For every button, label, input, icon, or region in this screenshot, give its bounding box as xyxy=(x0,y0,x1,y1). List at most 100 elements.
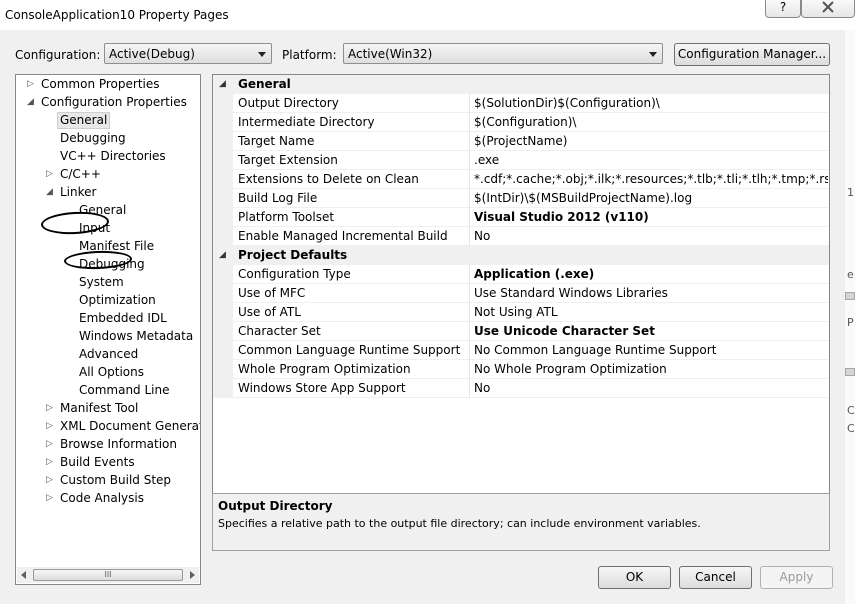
column-divider[interactable] xyxy=(469,189,470,208)
property-value[interactable]: Visual Studio 2012 (v110) xyxy=(474,210,828,224)
tree-item-embedded-idl[interactable]: Embedded IDL xyxy=(79,310,167,327)
scroll-thumb[interactable]: III xyxy=(33,569,183,581)
expand-arrow-icon[interactable]: ▷ xyxy=(46,436,53,453)
configuration-combobox[interactable]: Active(Debug) xyxy=(104,43,272,64)
tree-item-code-analysis[interactable]: Code Analysis xyxy=(60,490,144,507)
tree-item-xml-document-generator[interactable]: XML Document Generator xyxy=(60,418,200,435)
column-divider[interactable] xyxy=(469,303,470,322)
property-value[interactable]: Use Unicode Character Set xyxy=(474,324,828,338)
property-value[interactable]: Use Standard Windows Libraries xyxy=(474,286,828,300)
property-row[interactable]: Intermediate Directory $(Configuration)\ xyxy=(213,113,829,132)
ok-button[interactable]: OK xyxy=(598,566,671,589)
tree-item-browse-information[interactable]: Browse Information xyxy=(60,436,177,453)
expand-arrow-icon[interactable]: ▷ xyxy=(46,400,53,417)
property-row[interactable]: Build Log File $(IntDir)\$(MSBuildProject… xyxy=(213,189,829,208)
tree-item-general[interactable]: General xyxy=(57,112,111,129)
tree-item-c-c-[interactable]: C/C++ xyxy=(60,166,101,183)
cancel-button[interactable]: Cancel xyxy=(679,566,752,589)
tree-item-windows-metadata[interactable]: Windows Metadata xyxy=(79,328,193,345)
property-row[interactable]: Extensions to Delete on Clean *.cdf;*.cac… xyxy=(213,170,829,189)
tree-item-debugging[interactable]: Debugging xyxy=(60,130,126,147)
column-divider[interactable] xyxy=(469,113,470,132)
category-row[interactable]: ◢ Project Defaults xyxy=(213,246,829,265)
tree-item-configuration-properties[interactable]: Configuration Properties xyxy=(41,94,187,111)
column-divider[interactable] xyxy=(469,322,470,341)
property-row[interactable]: Output Directory $(SolutionDir)$(Configur… xyxy=(213,94,829,113)
property-row[interactable]: Whole Program Optimization No Whole Progr… xyxy=(213,360,829,379)
close-button[interactable] xyxy=(801,0,855,18)
column-divider[interactable] xyxy=(469,208,470,227)
property-row[interactable]: Platform Toolset Visual Studio 2012 (v110… xyxy=(213,208,829,227)
expand-arrow-icon[interactable]: ▷ xyxy=(46,472,53,489)
tree-item-advanced[interactable]: Advanced xyxy=(79,346,138,363)
tree-item-vc-directories[interactable]: VC++ Directories xyxy=(60,148,166,165)
column-divider[interactable] xyxy=(469,151,470,170)
row-gutter xyxy=(213,132,233,151)
property-row[interactable]: Target Extension .exe xyxy=(213,151,829,170)
tree-item-custom-build-step[interactable]: Custom Build Step xyxy=(60,472,171,489)
expand-arrow-icon[interactable]: ▷ xyxy=(46,490,53,507)
property-row[interactable]: Target Name $(ProjectName) xyxy=(213,132,829,151)
expand-arrow-icon[interactable]: ▷ xyxy=(46,166,53,183)
collapse-arrow-icon[interactable]: ◢ xyxy=(46,184,53,201)
property-value[interactable]: No Whole Program Optimization xyxy=(474,362,828,376)
collapse-arrow-icon[interactable]: ◢ xyxy=(27,94,34,111)
property-row[interactable]: Enable Managed Incremental Build No xyxy=(213,227,829,246)
tree-item-command-line[interactable]: Command Line xyxy=(79,382,170,399)
platform-combobox[interactable]: Active(Win32) xyxy=(343,43,663,64)
scroll-left-icon[interactable] xyxy=(21,571,26,579)
column-divider[interactable] xyxy=(469,227,470,246)
property-row[interactable]: Windows Store App Support No xyxy=(213,379,829,398)
property-value[interactable]: $(IntDir)\$(MSBuildProjectName).log xyxy=(474,191,828,205)
expand-arrow-icon[interactable]: ▷ xyxy=(46,418,53,435)
configuration-manager-button[interactable]: Configuration Manager... xyxy=(674,43,830,66)
property-value[interactable]: No xyxy=(474,229,828,243)
expand-arrow-icon[interactable]: ▷ xyxy=(46,454,53,471)
column-divider[interactable] xyxy=(469,341,470,360)
tree-item-linker[interactable]: Linker xyxy=(60,184,96,201)
property-value[interactable]: $(SolutionDir)$(Configuration)\ xyxy=(474,96,828,110)
tree-item-optimization[interactable]: Optimization xyxy=(79,292,156,309)
column-divider[interactable] xyxy=(469,94,470,113)
tree-item-system[interactable]: System xyxy=(79,274,124,291)
column-divider[interactable] xyxy=(469,170,470,189)
column-divider[interactable] xyxy=(469,284,470,303)
property-value[interactable]: $(ProjectName) xyxy=(474,134,828,148)
help-button[interactable]: ? xyxy=(765,0,801,18)
property-value[interactable]: Not Using ATL xyxy=(474,305,828,319)
tree-horizontal-scrollbar[interactable]: III xyxy=(17,567,199,583)
tree-item-manifest-file[interactable]: Manifest File xyxy=(79,238,154,255)
tree-item-input[interactable]: Input xyxy=(79,220,110,237)
property-tree[interactable]: III ▷ Common Properties ◢ Configuration Pro… xyxy=(15,74,201,585)
property-value[interactable]: $(Configuration)\ xyxy=(474,115,828,129)
property-row[interactable]: Character Set Use Unicode Character Set xyxy=(213,322,829,341)
column-divider[interactable] xyxy=(469,379,470,398)
property-value[interactable]: No xyxy=(474,381,828,395)
apply-button[interactable]: Apply xyxy=(760,566,833,589)
tree-item-debugging[interactable]: Debugging xyxy=(79,256,145,273)
column-divider[interactable] xyxy=(469,360,470,379)
tree-item-all-options[interactable]: All Options xyxy=(79,364,144,381)
property-value[interactable]: No Common Language Runtime Support xyxy=(474,343,828,357)
scroll-right-icon[interactable] xyxy=(190,571,195,579)
collapse-arrow-icon[interactable]: ◢ xyxy=(219,78,226,91)
tree-item-manifest-tool[interactable]: Manifest Tool xyxy=(60,400,138,417)
close-icon xyxy=(822,1,834,13)
property-row[interactable]: Use of MFC Use Standard Windows Libraries xyxy=(213,284,829,303)
column-divider[interactable] xyxy=(469,265,470,284)
property-grid[interactable]: ◢ General Output Directory $(SolutionDir)$(… xyxy=(212,74,830,514)
column-divider[interactable] xyxy=(469,132,470,151)
property-value[interactable]: .exe xyxy=(474,153,828,167)
collapse-arrow-icon[interactable]: ◢ xyxy=(219,249,226,262)
row-gutter xyxy=(213,170,233,189)
expand-arrow-icon[interactable]: ▷ xyxy=(27,76,34,93)
tree-item-common-properties[interactable]: Common Properties xyxy=(41,76,160,93)
property-value[interactable]: *.cdf;*.cache;*.obj;*.ilk;*.resources;*.… xyxy=(474,172,828,186)
property-row[interactable]: Use of ATL Not Using ATL xyxy=(213,303,829,322)
tree-item-build-events[interactable]: Build Events xyxy=(60,454,135,471)
property-row[interactable]: Configuration Type Application (.exe) xyxy=(213,265,829,284)
tree-item-general[interactable]: General xyxy=(79,202,126,219)
category-row[interactable]: ◢ General xyxy=(213,75,829,94)
property-value[interactable]: Application (.exe) xyxy=(474,267,828,281)
property-row[interactable]: Common Language Runtime Support No Common… xyxy=(213,341,829,360)
